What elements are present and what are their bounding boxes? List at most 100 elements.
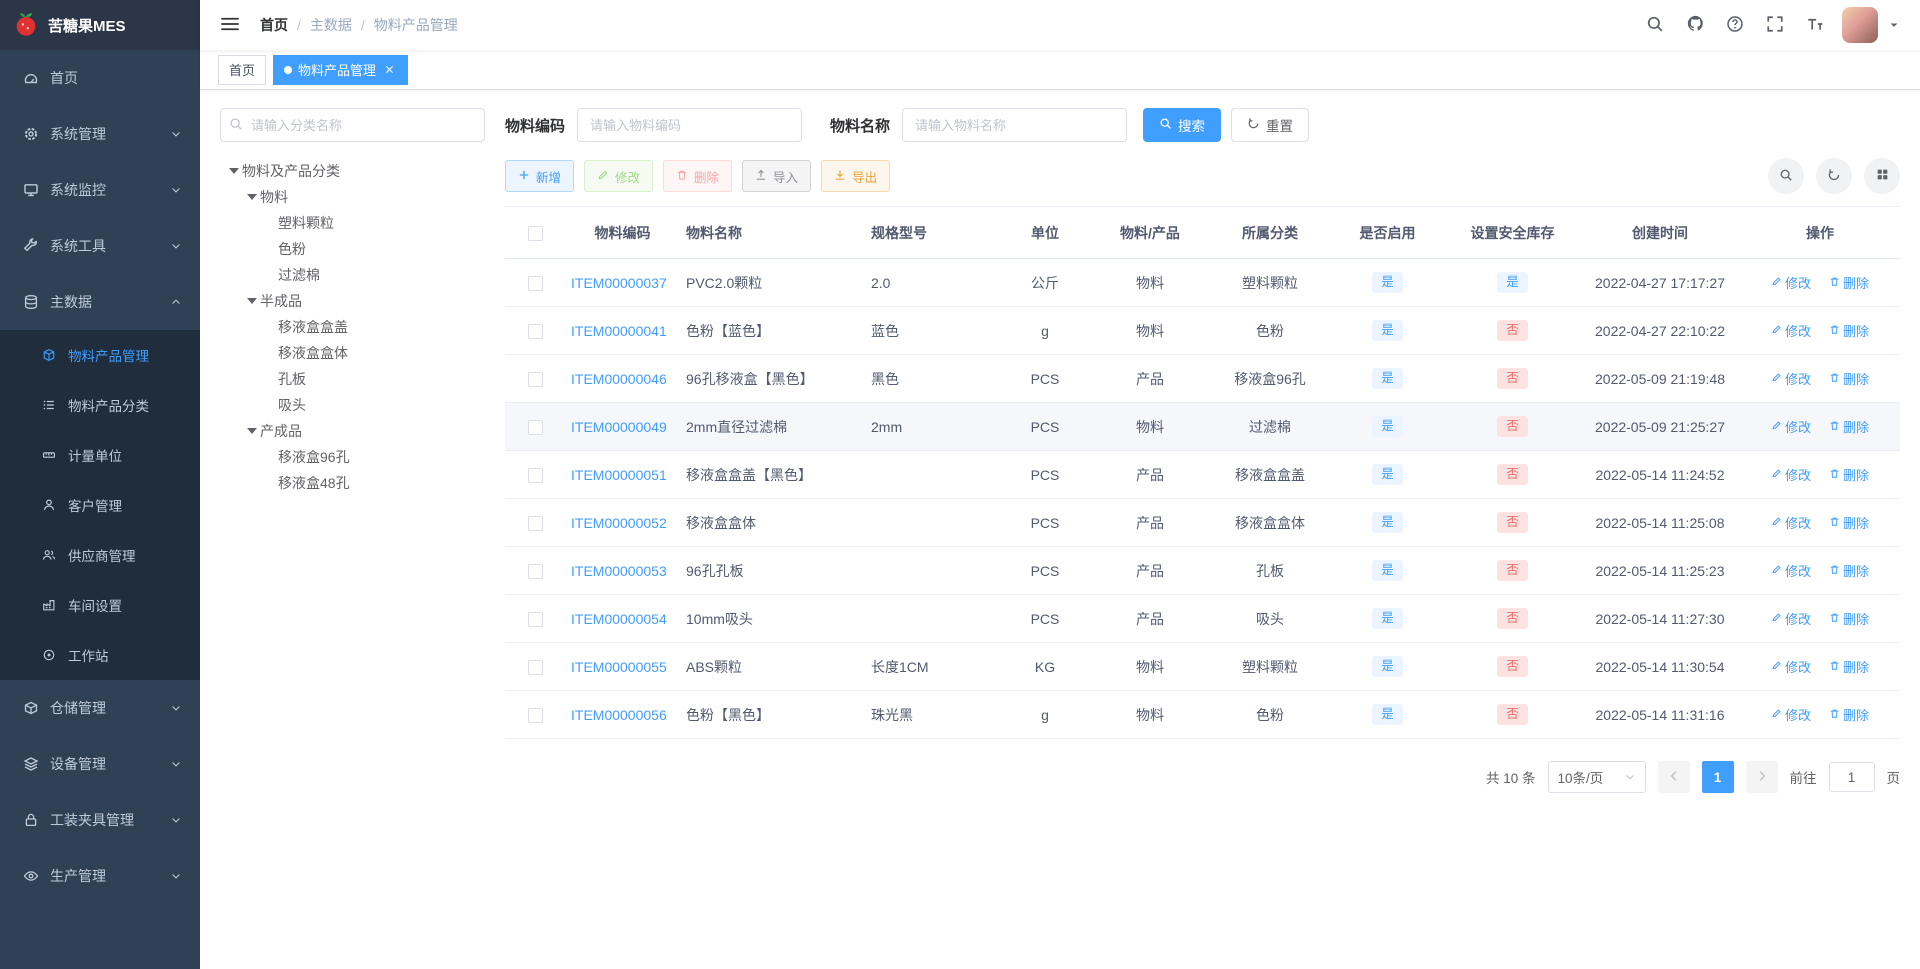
table-row[interactable]: ITEM00000051 移液盒盒盖【黑色】 PCS 产品 移液盒盒盖 是 否 … <box>505 450 1900 499</box>
table-row[interactable]: ITEM00000055 ABS颗粒 长度1CM KG 物料 塑料颗粒 是 否 … <box>505 642 1900 691</box>
item-code-link[interactable]: ITEM00000056 <box>571 707 667 723</box>
page-number-button[interactable]: 1 <box>1701 761 1734 793</box>
tree-node-leaf[interactable]: 孔板 <box>220 366 485 392</box>
tree-node-leaf[interactable]: 吸头 <box>220 392 485 418</box>
sidebar-item-equipment-management[interactable]: 设备管理 <box>0 736 200 792</box>
row-checkbox[interactable] <box>527 275 543 291</box>
row-delete-link[interactable]: 删除 <box>1829 705 1869 724</box>
caret-down-icon[interactable] <box>226 168 242 174</box>
tab-home[interactable]: 首页 <box>218 54 267 85</box>
sidebar-toggle-button[interactable] <box>216 11 244 40</box>
sidebar-item-material-product-management[interactable]: 物料产品管理 <box>0 330 200 380</box>
row-checkbox[interactable] <box>527 659 543 675</box>
row-edit-link[interactable]: 修改 <box>1771 609 1811 628</box>
row-edit-link[interactable]: 修改 <box>1771 561 1811 580</box>
item-code-link[interactable]: ITEM00000049 <box>571 419 667 435</box>
tree-node-leaf[interactable]: 移液盒96孔 <box>220 444 485 470</box>
row-edit-link[interactable]: 修改 <box>1771 705 1811 724</box>
item-code-link[interactable]: ITEM00000037 <box>571 275 667 291</box>
row-edit-link[interactable]: 修改 <box>1771 465 1811 484</box>
delete-button[interactable]: 删除 <box>663 160 733 192</box>
row-checkbox[interactable] <box>527 515 543 531</box>
table-row[interactable]: ITEM00000052 移液盒盒体 PCS 产品 移液盒盒体 是 否 2022… <box>505 498 1900 547</box>
table-row[interactable]: ITEM00000053 96孔孔板 PCS 产品 孔板 是 否 2022-05… <box>505 546 1900 595</box>
edit-button[interactable]: 修改 <box>584 160 654 192</box>
item-code-link[interactable]: ITEM00000051 <box>571 467 667 483</box>
table-row[interactable]: ITEM00000049 2mm直径过滤棉 2mm PCS 物料 过滤棉 是 否… <box>505 402 1900 451</box>
row-edit-link[interactable]: 修改 <box>1771 513 1811 532</box>
sidebar-item-warehouse-management[interactable]: 仓储管理 <box>0 680 200 736</box>
next-page-button[interactable] <box>1745 761 1778 793</box>
material-name-input[interactable] <box>902 108 1128 142</box>
item-code-link[interactable]: ITEM00000052 <box>571 515 667 531</box>
select-all-checkbox[interactable] <box>527 225 543 241</box>
row-edit-link[interactable]: 修改 <box>1771 273 1811 292</box>
item-code-link[interactable]: ITEM00000041 <box>571 323 667 339</box>
row-checkbox[interactable] <box>527 419 543 435</box>
sidebar-item-material-product-category[interactable]: 物料产品分类 <box>0 380 200 430</box>
row-edit-link[interactable]: 修改 <box>1771 369 1811 388</box>
user-avatar[interactable] <box>1842 7 1878 43</box>
app-logo[interactable]: 苦糖果MES <box>0 0 200 50</box>
export-button[interactable]: 导出 <box>821 160 891 192</box>
reset-button[interactable]: 重置 <box>1231 108 1310 142</box>
font-size-button[interactable] <box>1802 12 1828 38</box>
row-delete-link[interactable]: 删除 <box>1829 609 1869 628</box>
tree-node-leaf[interactable]: 过滤棉 <box>220 262 485 288</box>
tree-node-leaf[interactable]: 色粉 <box>220 236 485 262</box>
search-toggle-button[interactable] <box>1768 158 1804 194</box>
caret-down-icon[interactable] <box>244 428 260 434</box>
tab-material-product-management[interactable]: 物料产品管理 <box>273 54 409 85</box>
row-checkbox[interactable] <box>527 563 543 579</box>
breadcrumb-item[interactable]: 物料产品管理 <box>374 15 458 35</box>
goto-page-input[interactable] <box>1828 762 1875 792</box>
search-button[interactable]: 搜索 <box>1143 108 1222 142</box>
caret-down-icon[interactable] <box>244 298 260 304</box>
prev-page-button[interactable] <box>1657 761 1690 793</box>
caret-down-icon[interactable] <box>244 194 260 200</box>
refresh-button[interactable] <box>1816 158 1852 194</box>
tree-node-leaf[interactable]: 塑料颗粒 <box>220 210 485 236</box>
sidebar-item-supplier-management[interactable]: 供应商管理 <box>0 530 200 580</box>
row-checkbox[interactable] <box>527 323 543 339</box>
row-checkbox[interactable] <box>527 371 543 387</box>
row-delete-link[interactable]: 删除 <box>1829 321 1869 340</box>
sidebar-item-production-management[interactable]: 生产管理 <box>0 848 200 904</box>
table-row[interactable]: ITEM00000056 色粉【黑色】 珠光黑 g 物料 色粉 是 否 2022… <box>505 690 1900 739</box>
row-edit-link[interactable]: 修改 <box>1771 657 1811 676</box>
item-code-link[interactable]: ITEM00000054 <box>571 611 667 627</box>
sidebar-item-customer-management[interactable]: 客户管理 <box>0 480 200 530</box>
sidebar-item-measurement-unit[interactable]: 计量单位 <box>0 430 200 480</box>
sidebar-item-home[interactable]: 首页 <box>0 50 200 106</box>
sidebar-item-workshop-settings[interactable]: 车间设置 <box>0 580 200 630</box>
item-code-link[interactable]: ITEM00000053 <box>571 563 667 579</box>
tree-node-leaf[interactable]: 移液盒盒体 <box>220 340 485 366</box>
row-delete-link[interactable]: 删除 <box>1829 465 1869 484</box>
item-code-link[interactable]: ITEM00000055 <box>571 659 667 675</box>
row-delete-link[interactable]: 删除 <box>1829 417 1869 436</box>
item-code-link[interactable]: ITEM00000046 <box>571 371 667 387</box>
sidebar-item-system-tools[interactable]: 系统工具 <box>0 218 200 274</box>
tree-node-root[interactable]: 物料及产品分类 <box>220 158 485 184</box>
row-delete-link[interactable]: 删除 <box>1829 369 1869 388</box>
table-row[interactable]: ITEM00000046 96孔移液盒【黑色】 黑色 PCS 产品 移液盒96孔… <box>505 354 1900 403</box>
page-size-select[interactable]: 10条/页 <box>1547 761 1646 793</box>
header-search-button[interactable] <box>1642 12 1668 38</box>
sidebar-item-system-management[interactable]: 系统管理 <box>0 106 200 162</box>
sidebar-item-master-data[interactable]: 主数据 <box>0 274 200 330</box>
row-delete-link[interactable]: 删除 <box>1829 513 1869 532</box>
tree-node-finished[interactable]: 产成品 <box>220 418 485 444</box>
table-row[interactable]: ITEM00000041 色粉【蓝色】 蓝色 g 物料 色粉 是 否 2022-… <box>505 306 1900 355</box>
table-row[interactable]: ITEM00000037 PVC2.0颗粒 2.0 公斤 物料 塑料颗粒 是 是… <box>505 258 1900 307</box>
row-checkbox[interactable] <box>527 611 543 627</box>
columns-toggle-button[interactable] <box>1864 158 1900 194</box>
sidebar-item-system-monitoring[interactable]: 系统监控 <box>0 162 200 218</box>
table-row[interactable]: ITEM00000054 10mm吸头 PCS 产品 吸头 是 否 2022-0… <box>505 594 1900 643</box>
tree-node-leaf[interactable]: 移液盒48孔 <box>220 470 485 496</box>
breadcrumb-item[interactable]: 主数据 <box>310 15 352 35</box>
sidebar-item-workstation[interactable]: 工作站 <box>0 630 200 680</box>
row-edit-link[interactable]: 修改 <box>1771 321 1811 340</box>
github-link-button[interactable] <box>1682 12 1708 38</box>
category-search-input[interactable] <box>220 108 485 142</box>
import-button[interactable]: 导入 <box>742 160 812 192</box>
